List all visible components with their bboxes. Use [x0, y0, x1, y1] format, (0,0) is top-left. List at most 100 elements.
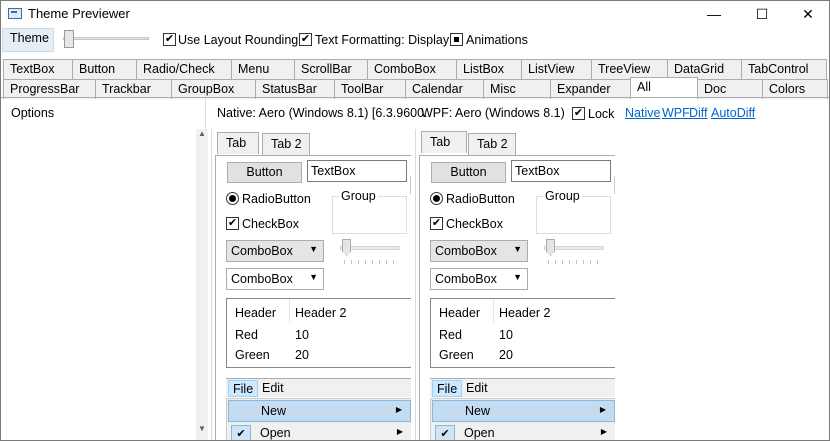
tab-textbox[interactable]: TextBox [3, 59, 73, 79]
tab-menu[interactable]: Menu [231, 59, 295, 79]
wpf-tab-1[interactable]: Tab [421, 131, 467, 153]
wpf-combobox-2[interactable]: ComboBox ▼ [430, 268, 528, 290]
tab-combobox[interactable]: ComboBox [367, 59, 457, 79]
wpf-combo-2-text: ComboBox [435, 272, 497, 286]
native-lv-cell[interactable]: Red [235, 328, 258, 342]
tab-radio-check[interactable]: Radio/Check [136, 59, 232, 79]
wpf-button[interactable]: Button [431, 162, 506, 183]
native-checkbox[interactable]: ✔ [226, 217, 239, 230]
wpf-radio[interactable] [430, 192, 443, 205]
native-menu-file[interactable]: File [228, 380, 259, 397]
tab-trackbar[interactable]: Trackbar [95, 79, 172, 99]
tab-progressbar[interactable]: ProgressBar [3, 79, 96, 99]
native-combobox-2[interactable]: ComboBox ▼ [226, 268, 324, 290]
theme-slider-track[interactable] [63, 37, 149, 40]
options-scrollbar[interactable]: ▲ ▼ [196, 129, 208, 440]
tab-tabcontrol[interactable]: TabControl [741, 59, 827, 79]
wpf-tab-body: Button TextBox RadioButton Group ✔ Check… [419, 155, 615, 440]
native-menubar: File Edit [226, 378, 411, 397]
theme-label: Theme [2, 28, 54, 52]
native-tab-2[interactable]: Tab 2 [262, 133, 310, 155]
text-formatting-checkbox[interactable]: ✔ [299, 33, 312, 46]
tab-datagrid[interactable]: DataGrid [667, 59, 742, 79]
native-lv-header-1[interactable]: Header [235, 306, 276, 320]
check-icon: ✔ [231, 425, 251, 440]
wpf-menu-edit[interactable]: Edit [462, 380, 492, 397]
wpf-scroll-thumb[interactable] [614, 176, 615, 194]
wpf-combobox-1[interactable]: ComboBox ▼ [430, 240, 528, 262]
wpf-lv-cell[interactable]: Green [439, 348, 474, 362]
layout-rounding-label: Use Layout Rounding [178, 33, 299, 47]
tab-doc[interactable]: Doc [697, 79, 763, 99]
native-lv-cell: 20 [295, 348, 309, 362]
wpf-menu-file[interactable]: File [432, 380, 463, 397]
wpf-lv-header-1[interactable]: Header [439, 306, 480, 320]
tab-button[interactable]: Button [72, 59, 137, 79]
title-bar: Theme Previewer — ☐ ✕ [1, 1, 829, 27]
native-menu-edit[interactable]: Edit [258, 380, 288, 397]
wpf-menu-open[interactable]: ✔ Open ▶ [432, 423, 615, 440]
native-preview-panel: Tab Tab 2 Button TextBox RadioButton Gro… [211, 129, 411, 440]
tab-treeview[interactable]: TreeView [591, 59, 668, 79]
wpf-menu-new[interactable]: New ▶ [432, 400, 615, 422]
wpf-radio-label: RadioButton [446, 192, 515, 206]
tab-colors[interactable]: Colors [762, 79, 828, 99]
wpf-group-label: Group [543, 189, 582, 203]
wpf-textbox[interactable]: TextBox [511, 160, 611, 182]
native-group-label: Group [339, 189, 378, 203]
tab-statusbar[interactable]: StatusBar [255, 79, 335, 99]
wpf-link[interactable]: WPF [662, 106, 690, 120]
tab-listbox[interactable]: ListBox [456, 59, 522, 79]
native-combobox-1[interactable]: ComboBox ▼ [226, 240, 324, 262]
wpf-dropdown-menu: New ▶ ✔ Open ▶ [430, 398, 615, 440]
minimize-button[interactable]: — [691, 1, 737, 27]
submenu-arrow-icon: ▶ [395, 405, 402, 414]
wpf-tab-2[interactable]: Tab 2 [468, 133, 516, 155]
tab-calendar[interactable]: Calendar [405, 79, 484, 99]
scroll-up-icon[interactable]: ▲ [196, 129, 208, 143]
maximize-button[interactable]: ☐ [739, 1, 785, 27]
native-radio[interactable] [226, 192, 239, 205]
submenu-arrow-icon: ▶ [600, 427, 607, 436]
wpf-lv-cell[interactable]: Red [439, 328, 462, 342]
native-listview[interactable]: Header Header 2 Red 10 Green 20 [226, 298, 411, 368]
wpf-lv-header-2[interactable]: Header 2 [499, 306, 550, 320]
wpf-trackbar-ticks [548, 260, 604, 264]
scroll-down-icon[interactable]: ▼ [196, 424, 208, 438]
native-link[interactable]: Native [625, 106, 660, 120]
tab-scrollbar[interactable]: ScrollBar [294, 59, 368, 79]
tab-toolbar[interactable]: ToolBar [334, 79, 406, 99]
native-groupbox: Group [332, 189, 407, 234]
wpf-combo-1-text: ComboBox [435, 244, 497, 258]
native-trackbar-thumb[interactable] [342, 239, 351, 256]
native-textbox[interactable]: TextBox [307, 160, 407, 182]
diff-link[interactable]: Diff [689, 106, 708, 120]
autodiff-link[interactable]: AutoDiff [711, 106, 755, 120]
chevron-down-icon: ▼ [309, 244, 318, 254]
tab-row-2: ProgressBar Trackbar GroupBox StatusBar … [1, 77, 829, 99]
native-menu-new[interactable]: New ▶ [228, 400, 411, 422]
tab-all[interactable]: All [630, 77, 698, 99]
tab-groupbox[interactable]: GroupBox [171, 79, 256, 99]
wpf-checkbox[interactable]: ✔ [430, 217, 443, 230]
wpf-menubar: File Edit [430, 378, 615, 397]
native-lv-header-2[interactable]: Header 2 [295, 306, 346, 320]
native-radio-label: RadioButton [242, 192, 311, 206]
theme-slider-thumb[interactable] [64, 30, 74, 48]
layout-rounding-checkbox[interactable]: ✔ [163, 33, 176, 46]
wpf-listview[interactable]: Header Header 2 Red 10 Green 20 [430, 298, 615, 368]
tab-misc[interactable]: Misc [483, 79, 551, 99]
tab-expander[interactable]: Expander [550, 79, 631, 99]
wpf-groupbox: Group [536, 189, 611, 234]
lock-checkbox[interactable]: ✔ [572, 107, 585, 120]
options-pane: Options [1, 98, 206, 440]
native-tab-1[interactable]: Tab [217, 132, 259, 154]
tab-listview[interactable]: ListView [521, 59, 592, 79]
close-button[interactable]: ✕ [785, 1, 829, 27]
animations-checkbox[interactable] [450, 33, 463, 46]
native-lv-cell[interactable]: Green [235, 348, 270, 362]
wpf-trackbar-thumb[interactable] [546, 239, 555, 256]
native-scroll-thumb[interactable] [410, 176, 411, 194]
native-button[interactable]: Button [227, 162, 302, 183]
native-menu-open[interactable]: ✔ Open ▶ [228, 423, 411, 440]
